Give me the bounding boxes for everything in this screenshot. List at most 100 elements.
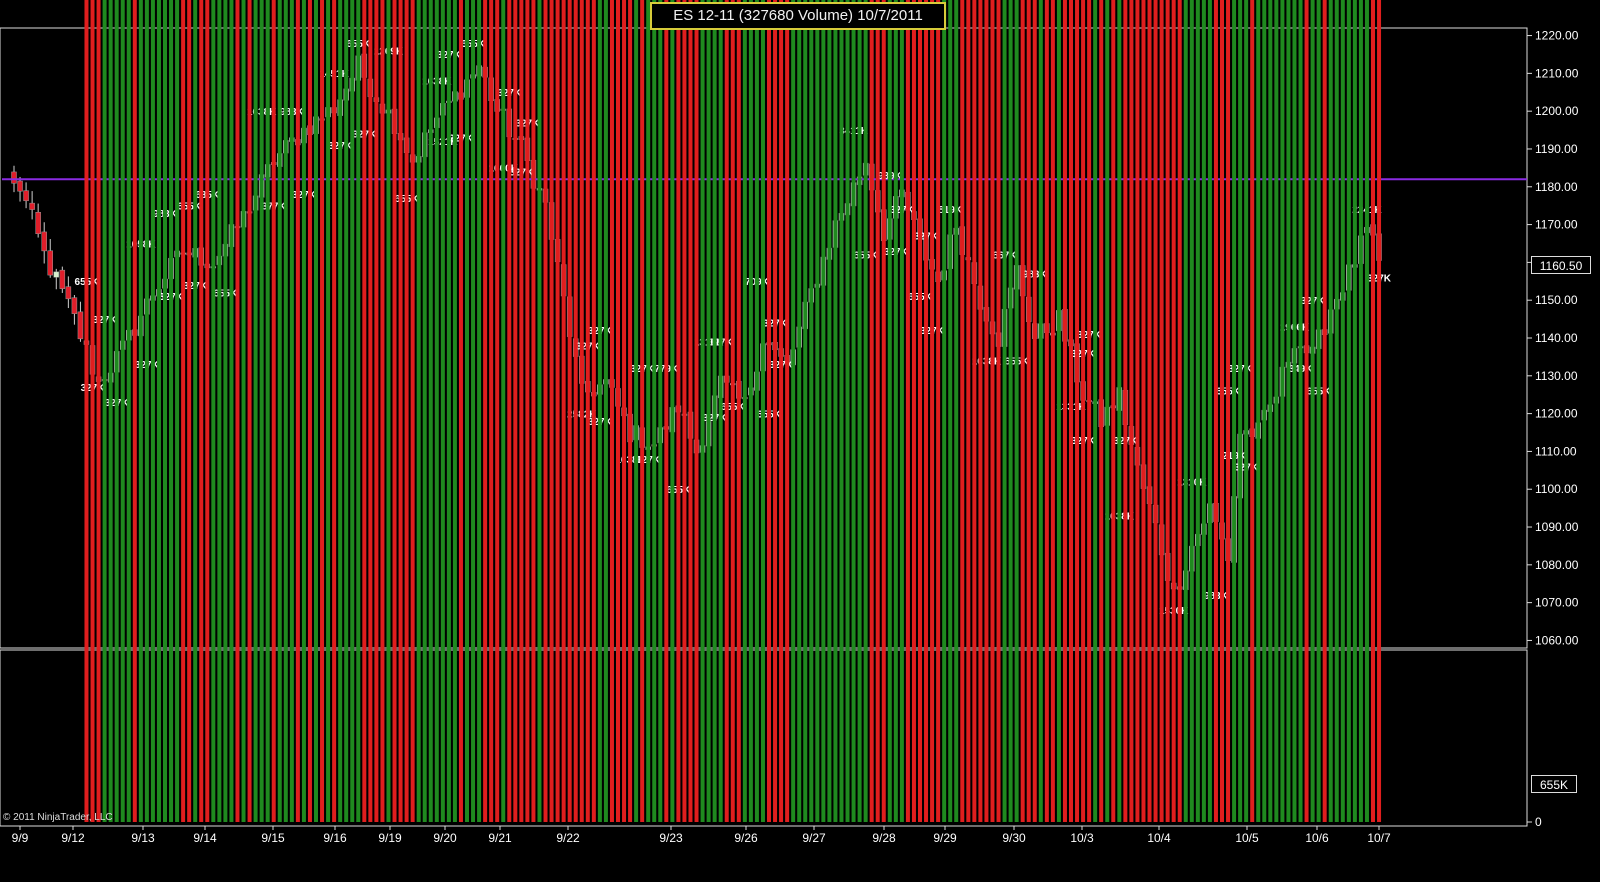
time-tick-label: 10/5 (1235, 831, 1259, 845)
volume-bar-down (1141, 0, 1146, 822)
volume-bar-down (1032, 0, 1037, 822)
volume-bar-up (1340, 0, 1345, 822)
volume-bar-up (428, 0, 433, 822)
time-tick-label: 9/14 (193, 831, 217, 845)
last-price-marker: 1160.50 (1531, 256, 1591, 274)
volume-bar-down (96, 0, 101, 822)
volume-bar-up (803, 0, 808, 822)
volume-bar-down (235, 0, 240, 822)
volume-bar-up (193, 0, 198, 822)
candle-down (59, 269, 66, 289)
volume-bar-down (591, 0, 596, 822)
time-tick-label: 10/4 (1147, 831, 1171, 845)
volume-bar-down (724, 0, 729, 822)
volume-bar-up (1008, 0, 1013, 822)
volume-bar-down (1304, 0, 1309, 822)
volume-bar-down (990, 0, 995, 822)
volume-bar-down (561, 0, 566, 822)
volume-bar-up (440, 0, 445, 822)
volume-series (84, 0, 1382, 822)
volume-bar-down (320, 0, 325, 822)
volume-bar-down (978, 0, 983, 822)
candle-down (41, 231, 47, 252)
price-tick-label: 1100.00 (1535, 482, 1578, 496)
volume-bar-down (507, 0, 512, 822)
volume-bar-up (434, 0, 439, 822)
volume-bar-down (458, 0, 463, 822)
volume-bar-up (465, 0, 469, 822)
candle-down (65, 286, 72, 300)
volume-bar-up (126, 0, 131, 822)
time-tick-label: 9/23 (659, 831, 683, 845)
time-tick-label: 9/22 (556, 831, 580, 845)
volume-bar-up (899, 0, 904, 822)
volume-bar-down (1069, 0, 1073, 822)
volume-bar-up (1117, 0, 1122, 822)
volume-bar-up (706, 0, 711, 822)
volume-bar-down (374, 0, 379, 822)
volume-bar-down (525, 0, 530, 822)
volume-bar-up (1364, 0, 1369, 822)
volume-bar-up (827, 0, 832, 822)
volume-bar-up (326, 0, 331, 822)
price-tick-label: 1080.00 (1535, 558, 1579, 572)
volume-bar-down (483, 0, 488, 822)
volume-bar-up (1238, 0, 1243, 822)
volume-bar-up (760, 0, 765, 822)
volume-bar-down (984, 0, 989, 822)
volume-tick-label: 0 (1535, 815, 1542, 829)
volume-bar-down (1250, 0, 1255, 822)
volume-bar-up (954, 0, 959, 822)
price-tick-label: 1070.00 (1535, 596, 1579, 610)
candle-down (11, 171, 17, 184)
price-tick-label: 1110.00 (1535, 444, 1577, 458)
volume-bar-down (628, 0, 633, 822)
volume-bar-up (289, 0, 294, 822)
volume-bar-up (229, 0, 234, 822)
volume-bar-up (748, 0, 753, 822)
volume-bar-up (1346, 0, 1351, 822)
volume-bar-down (1171, 0, 1176, 822)
candle-down (29, 202, 35, 210)
time-tick-label: 9/19 (378, 831, 402, 845)
volume-bar-up (259, 0, 264, 822)
volume-bar-up (338, 0, 343, 822)
time-tick-label: 9/21 (488, 831, 512, 845)
time-tick-label: 9/20 (433, 831, 457, 845)
volume-bar-down (911, 0, 916, 822)
volume-bar-up (1014, 0, 1019, 822)
price-tick-label: 1150.00 (1535, 293, 1578, 307)
volume-bar-up (887, 0, 892, 822)
volume-bar-up (175, 0, 180, 822)
volume-bar-up (211, 0, 216, 822)
volume-bar-down (694, 0, 699, 822)
volume-bar-up (501, 0, 506, 822)
volume-bar-down (930, 0, 935, 822)
volume-bar-down (1177, 0, 1182, 822)
volume-bar-down (1062, 0, 1067, 822)
volume-bar-up (821, 0, 826, 822)
volume-bar-down (1226, 0, 1231, 822)
time-tick-label: 9/28 (872, 831, 896, 845)
price-tick-label: 1200.00 (1535, 104, 1579, 118)
volume-bar-up (1232, 0, 1237, 822)
volume-bar-down (1371, 0, 1375, 822)
price-tick-label: 1220.00 (1535, 29, 1579, 43)
volume-bar-up (670, 0, 675, 822)
volume-bar-down (1111, 0, 1116, 822)
volume-bar-up (471, 0, 476, 822)
candle-up (53, 271, 60, 278)
volume-bar-up (1105, 0, 1110, 822)
time-tick-label: 9/29 (933, 831, 957, 845)
volume-bar-down (996, 0, 1001, 822)
price-tick-label: 1090.00 (1535, 520, 1579, 534)
volume-bar-down (1050, 0, 1055, 822)
volume-bar-down (1044, 0, 1049, 822)
volume-bar-up (1195, 0, 1200, 822)
volume-bar-up (700, 0, 705, 822)
volume-bar-up (138, 0, 143, 822)
volume-bar-down (785, 0, 790, 822)
volume-bar-up (314, 0, 318, 822)
volume-bar-up (863, 0, 868, 822)
volume-bar-down (1075, 0, 1080, 822)
